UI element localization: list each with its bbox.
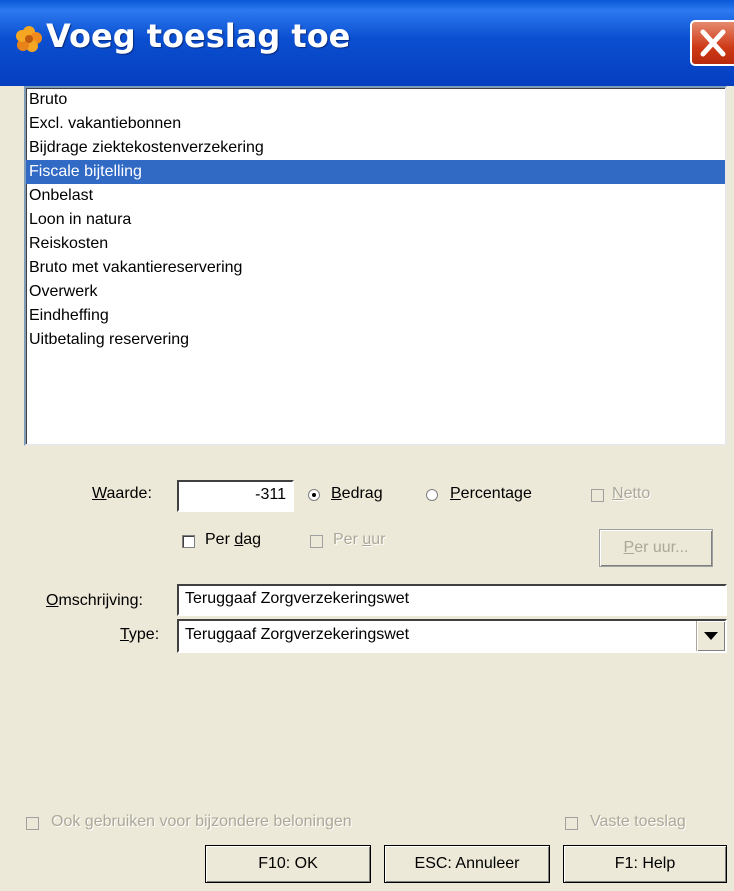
bedrag-radio[interactable] [308,489,320,501]
chevron-down-icon [704,632,718,640]
title-bar: Voeg toeslag toe [0,0,734,86]
omschrijving-label: Omschrijving: [46,592,143,609]
cancel-button[interactable]: ESC: Annuleer [384,845,550,883]
app-flower-icon [16,26,42,52]
bijzondere-beloningen-label: Ook gebruiken voor bijzondere beloningen [51,813,352,830]
per-uur-label: Per uur [333,531,386,548]
list-item[interactable]: Excl. vakantiebonnen [26,112,725,136]
bedrag-label[interactable]: Bedrag [331,485,383,503]
list-item[interactable]: Bijdrage ziektekostenverzekering [26,136,725,160]
type-label: Type: [120,626,160,643]
list-item[interactable]: Overwerk [26,280,725,304]
type-dropdown-button[interactable] [696,621,725,651]
percentage-label[interactable]: Percentage [450,485,532,503]
netto-checkbox[interactable] [591,489,604,502]
list-item[interactable]: Eindheffing [26,304,725,328]
type-select-value: Teruggaaf Zorgverzekeringswet [185,626,410,643]
close-icon [700,29,726,57]
per-dag-checkbox[interactable] [182,535,195,548]
ok-button[interactable]: F10: OK [205,845,371,883]
vaste-toeslag-label: Vaste toeslag [590,813,686,830]
per-dag-label[interactable]: Per dag [205,531,261,549]
window-title: Voeg toeslag toe [46,17,351,55]
list-item[interactable]: Bruto [26,88,725,112]
per-uur-checkbox[interactable] [310,535,323,548]
omschrijving-input[interactable]: Teruggaaf Zorgverzekeringswet [177,584,727,616]
list-item[interactable]: Loon in natura [26,208,725,232]
type-select[interactable]: Teruggaaf Zorgverzekeringswet [177,619,727,653]
netto-label: Netto [612,485,651,502]
bijzondere-beloningen-checkbox[interactable] [26,817,39,830]
list-item[interactable]: Onbelast [26,184,725,208]
per-uur-button[interactable]: Per uur... [599,529,713,567]
waarde-label: Waarde: [92,485,152,502]
list-item[interactable]: Reiskosten [26,232,725,256]
list-item[interactable]: Bruto met vakantiereservering [26,256,725,280]
toeslag-list[interactable]: Bruto Excl. vakantiebonnen Bijdrage ziek… [24,86,727,446]
list-item-selected[interactable]: Fiscale bijtelling [26,160,725,184]
close-button[interactable] [690,20,734,66]
list-item[interactable]: Uitbetaling reservering [26,328,725,352]
help-button[interactable]: F1: Help [563,845,727,883]
vaste-toeslag-checkbox[interactable] [565,817,578,830]
percentage-radio[interactable] [426,489,438,501]
waarde-input[interactable]: -311 [177,480,294,512]
